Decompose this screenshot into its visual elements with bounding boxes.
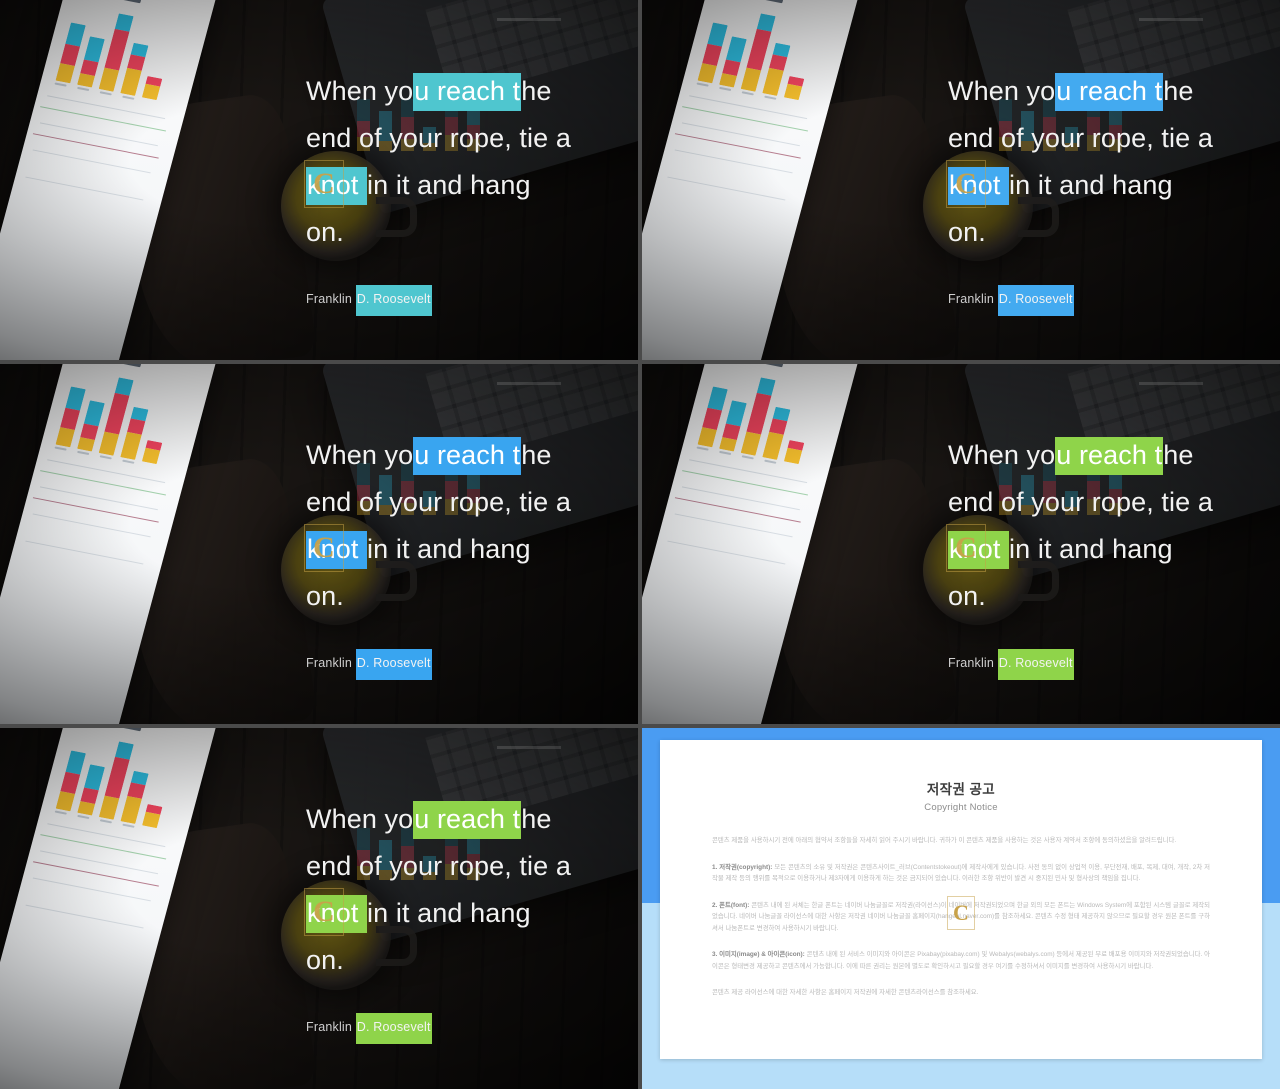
quote-text: When you reach the end of your rope, tie… <box>948 68 1248 256</box>
attribution-highlight: D. Roosevelt <box>355 649 432 680</box>
quote-line3-highlight: knot <box>948 167 1010 205</box>
notice-paragraph-3: 3. 이미지(image) & 아이콘(icon): 콘텐츠 내에 된 서비스 … <box>712 949 1210 972</box>
quote-line1-highlight: u reach t <box>1055 73 1164 111</box>
quote-block: When you reach the end of your rope, tie… <box>948 68 1262 316</box>
attribution-highlight: D. Roosevelt <box>997 649 1074 680</box>
quote-text: When you reach the end of your rope, tie… <box>948 432 1248 620</box>
quote-line3-highlight: knot <box>948 531 1010 569</box>
quote-line3-plain: in it and hang <box>1009 170 1173 200</box>
quote-block: When you reach the end of your rope, tie… <box>306 68 620 316</box>
quote-line3-plain: in it and hang <box>1009 534 1173 564</box>
quote-line3-highlight: knot <box>306 167 368 205</box>
quote-line1-plain-b: he <box>1163 440 1194 470</box>
notice-title-english: Copyright Notice <box>924 802 998 813</box>
quote-line3-highlight: knot <box>306 531 368 569</box>
slide-thumbnail-3[interactable]: C When you reach the end of your rope, t… <box>0 364 638 724</box>
quote-line1-plain-a: When yo <box>948 440 1056 470</box>
quote-line1-plain-b: he <box>521 804 552 834</box>
quote-block: When you reach the end of your rope, tie… <box>306 796 620 1044</box>
quote-attribution: Franklin D. Roosevelt <box>306 285 432 316</box>
quote-line2: end of your rope, tie a <box>306 123 571 153</box>
quote-text: When you reach the end of your rope, tie… <box>306 796 606 984</box>
quote-line1-highlight: u reach t <box>413 73 522 111</box>
quote-line4: on. <box>948 581 986 611</box>
quote-line1-plain-a: When yo <box>306 804 414 834</box>
quote-line3-highlight: knot <box>306 895 368 933</box>
notice-paragraph-2-label: 2. 폰트(font): <box>712 901 750 909</box>
quote-line1-plain-a: When yo <box>306 76 414 106</box>
quote-line1-plain-b: he <box>521 440 552 470</box>
quote-attribution: Franklin D. Roosevelt <box>306 649 432 680</box>
slide-thumbnail-4[interactable]: C When you reach the end of your rope, t… <box>642 364 1280 724</box>
attribution-highlight: D. Roosevelt <box>997 285 1074 316</box>
copyright-watermark-icon: C <box>947 896 975 930</box>
notice-paragraph-1-body: 모든 콘텐츠의 소유 및 저작권은 콘텐츠사이트_러브(Contentstoke… <box>712 863 1210 883</box>
quote-line1-plain-b: he <box>1163 76 1194 106</box>
notice-footer-paragraph: 콘텐츠 제공 라이선스에 대한 자세한 사항은 홈페이지 저작권에 자세한 콘텐… <box>712 989 979 996</box>
slide-thumbnail-2[interactable]: C When you reach the end of your rope, t… <box>642 0 1280 360</box>
attribution-plain: Franklin <box>306 656 356 670</box>
quote-line1-plain-a: When yo <box>306 440 414 470</box>
quote-block: When you reach the end of your rope, tie… <box>948 432 1262 680</box>
quote-line1-highlight: u reach t <box>413 801 522 839</box>
slide-thumbnail-5[interactable]: C When you reach the end of your rope, t… <box>0 728 638 1089</box>
quote-line4: on. <box>306 581 344 611</box>
notice-intro-paragraph: 콘텐츠 제품을 사용하시기 전에 아래의 협약서 조항들을 자세히 읽어 주시기… <box>712 837 1177 844</box>
notice-paragraph-1-label: 1. 저작권(copyright): <box>712 863 773 871</box>
slide-thumbnail-1[interactable]: C When you reach the end of your rope, t… <box>0 0 638 360</box>
quote-line1-plain-a: When yo <box>948 76 1056 106</box>
quote-line3-plain: in it and hang <box>367 534 531 564</box>
notice-paragraph-1: 1. 저작권(copyright): 모든 콘텐츠의 소유 및 저작권은 콘텐츠… <box>712 862 1210 885</box>
quote-line2: end of your rope, tie a <box>948 487 1213 517</box>
quote-line4: on. <box>306 217 344 247</box>
quote-line2: end of your rope, tie a <box>948 123 1213 153</box>
quote-line4: on. <box>306 945 344 975</box>
notice-title-korean: 저작권 공고 <box>926 782 996 797</box>
attribution-plain: Franklin <box>306 292 356 306</box>
quote-line2: end of your rope, tie a <box>306 487 571 517</box>
attribution-plain: Franklin <box>306 1020 356 1034</box>
attribution-highlight: D. Roosevelt <box>355 285 432 316</box>
quote-attribution: Franklin D. Roosevelt <box>948 285 1074 316</box>
attribution-plain: Franklin <box>948 292 998 306</box>
notice-paragraph-3-label: 3. 이미지(image) & 아이콘(icon): <box>712 951 805 958</box>
quote-line2: end of your rope, tie a <box>306 851 571 881</box>
quote-line3-plain: in it and hang <box>367 170 531 200</box>
template-thumbnail-grid: C When you reach the end of your rope, t… <box>0 0 1280 1089</box>
copyright-notice-slide[interactable]: 저작권 공고 Copyright Notice 콘텐츠 제품을 사용하시기 전에… <box>642 728 1280 1089</box>
quote-attribution: Franklin D. Roosevelt <box>306 1013 432 1044</box>
quote-line3-plain: in it and hang <box>367 898 531 928</box>
quote-block: When you reach the end of your rope, tie… <box>306 432 620 680</box>
quote-line1-highlight: u reach t <box>1055 437 1164 475</box>
attribution-highlight: D. Roosevelt <box>355 1013 432 1044</box>
quote-text: When you reach the end of your rope, tie… <box>306 68 606 256</box>
quote-line4: on. <box>948 217 986 247</box>
quote-line1-highlight: u reach t <box>413 437 522 475</box>
quote-line1-plain-b: he <box>521 76 552 106</box>
attribution-plain: Franklin <box>948 656 998 670</box>
quote-text: When you reach the end of your rope, tie… <box>306 432 606 620</box>
quote-attribution: Franklin D. Roosevelt <box>948 649 1074 680</box>
